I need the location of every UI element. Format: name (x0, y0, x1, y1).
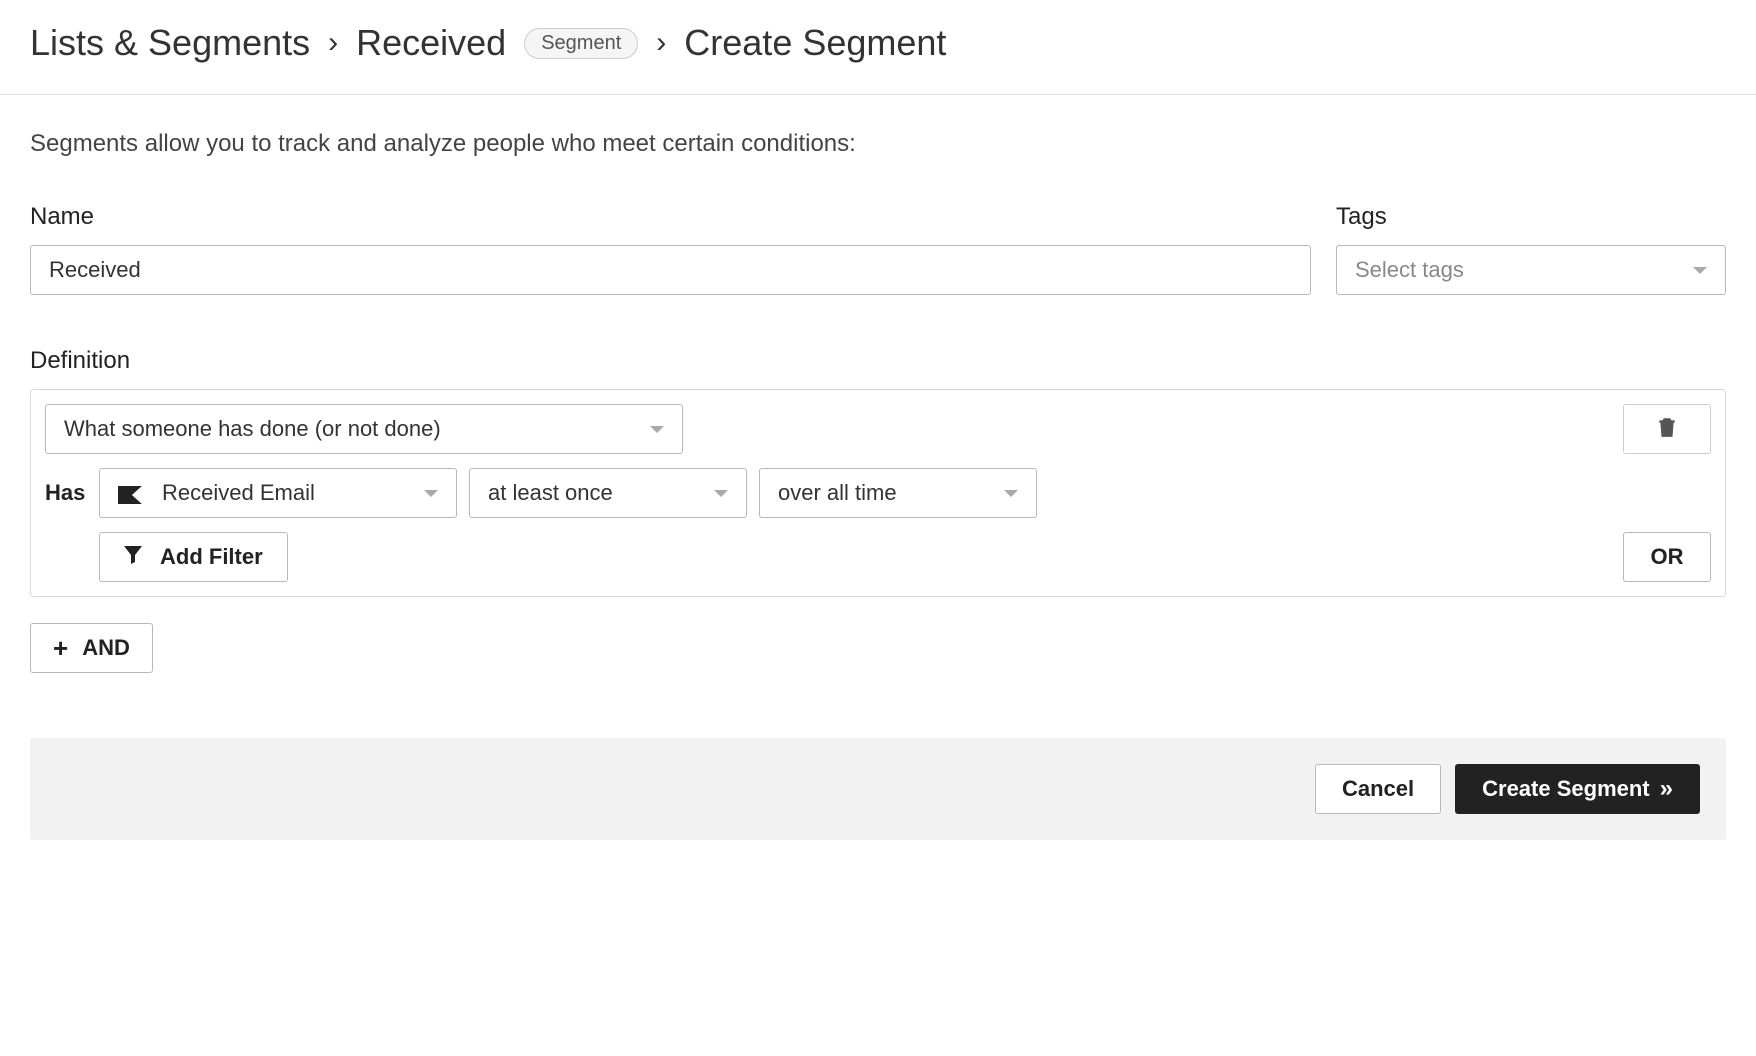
breadcrumb-segment-link[interactable]: Received (356, 22, 506, 64)
metric-select[interactable]: Received Email (99, 468, 457, 518)
create-segment-button[interactable]: Create Segment » (1455, 764, 1700, 814)
create-segment-label: Create Segment (1482, 776, 1650, 802)
has-label: Has (45, 480, 87, 506)
frequency-value: at least once (488, 480, 613, 506)
chevron-right-icon: › (328, 26, 338, 60)
caret-down-icon (650, 426, 664, 433)
add-filter-label: Add Filter (160, 544, 263, 570)
name-input[interactable] (30, 245, 1311, 295)
caret-down-icon (714, 490, 728, 497)
caret-down-icon (1693, 267, 1707, 274)
definition-box: What someone has done (or not done) Has (30, 389, 1726, 597)
intro-text: Segments allow you to track and analyze … (30, 130, 1726, 158)
footer-bar: Cancel Create Segment » (30, 738, 1726, 840)
trash-icon (1658, 416, 1676, 443)
segment-badge: Segment (524, 28, 638, 59)
tags-select-placeholder: Select tags (1355, 257, 1464, 283)
timeframe-value: over all time (778, 480, 897, 506)
filter-icon (124, 544, 142, 570)
or-button[interactable]: OR (1623, 532, 1711, 582)
chevron-right-double-icon: » (1660, 775, 1673, 803)
caret-down-icon (1004, 490, 1018, 497)
name-label: Name (30, 203, 1311, 231)
breadcrumb-root-link[interactable]: Lists & Segments (30, 22, 310, 64)
cancel-button[interactable]: Cancel (1315, 764, 1441, 814)
timeframe-select[interactable]: over all time (759, 468, 1037, 518)
and-button[interactable]: + AND (30, 623, 153, 673)
and-label: AND (82, 635, 130, 661)
flag-icon (118, 484, 142, 502)
breadcrumb-current: Create Segment (684, 22, 946, 64)
condition-type-select[interactable]: What someone has done (or not done) (45, 404, 683, 454)
page-header: Lists & Segments › Received Segment › Cr… (0, 0, 1756, 95)
chevron-right-icon: › (656, 26, 666, 60)
tags-select[interactable]: Select tags (1336, 245, 1726, 295)
breadcrumb: Lists & Segments › Received Segment › Cr… (30, 22, 1726, 64)
caret-down-icon (424, 490, 438, 497)
condition-type-value: What someone has done (or not done) (64, 416, 441, 442)
delete-condition-button[interactable] (1623, 404, 1711, 454)
definition-label: Definition (30, 347, 1726, 375)
plus-icon: + (53, 635, 68, 661)
tags-label: Tags (1336, 203, 1726, 231)
frequency-select[interactable]: at least once (469, 468, 747, 518)
add-filter-button[interactable]: Add Filter (99, 532, 288, 582)
metric-value: Received Email (162, 480, 404, 506)
